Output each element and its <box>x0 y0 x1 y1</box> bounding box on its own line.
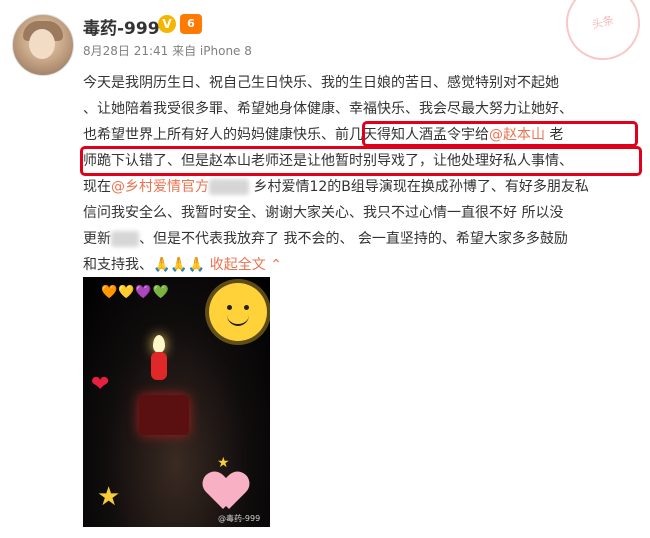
sun-eye <box>244 305 249 310</box>
level-badge-icon: 6 <box>180 14 202 34</box>
photo-watermark: @毒药-999 <box>218 514 261 523</box>
post-line: 、让她陪着我受很多罪、希望她身体健康、幸福快乐、我会尽最大努力让她好、 <box>83 101 573 117</box>
colored-hearts-icon: 🧡💛💜💚 <box>101 285 170 300</box>
post-line: 更新 、但是不代表我放弃了 我不会的、 会一直坚持的、希望大家多多鼓励 <box>83 231 568 247</box>
cake <box>139 395 189 435</box>
highlight-box <box>362 121 638 147</box>
pink-heart-icon <box>205 473 247 509</box>
chevron-up-icon[interactable]: ⌃ <box>270 257 282 273</box>
post-meta[interactable]: 8月28日 21:41 来自 iPhone 8 <box>83 42 252 59</box>
star-icon: ★ <box>97 482 121 512</box>
pray-emoji: 🙏🙏🙏 <box>153 257 206 273</box>
avatar-face <box>29 29 55 59</box>
username[interactable]: 毒药-999 <box>83 14 160 39</box>
blurred-text <box>111 231 139 247</box>
post-line: 和支持我、🙏🙏🙏 收起全文 ⌃ <box>83 257 282 273</box>
highlight-box <box>80 146 642 176</box>
sun-mouth <box>227 313 249 326</box>
smiley-sun-icon <box>209 283 267 341</box>
post-line: 信问我安全么、我暂时安全、谢谢大家关心、我只不过心情一直很不好 所以没 <box>83 205 564 221</box>
post-photo[interactable]: 🧡💛💜💚 ❤ ★ ★ @毒药-999 <box>83 277 270 527</box>
red-heart-icon: ❤ <box>91 372 110 397</box>
collapse-button[interactable]: 收起全文 <box>205 257 270 273</box>
sun-eye <box>227 305 232 310</box>
verified-badge-icon: V <box>158 15 176 33</box>
mention-link[interactable]: @乡村爱情官方 <box>111 179 209 195</box>
post-line: 现在@乡村爱情官方 乡村爱情12的B组导演现在换成孙博了、有好多朋友私 <box>83 179 589 195</box>
user-avatar[interactable] <box>12 14 74 76</box>
post-line: 今天是我阴历生日、祝自己生日快乐、我的生日娘的苦日、感觉特别对不起她 <box>83 75 559 91</box>
candle <box>151 352 167 380</box>
blurred-text <box>209 179 249 195</box>
stamp-watermark: 头条 <box>558 0 648 68</box>
star-icon: ★ <box>217 455 230 471</box>
candle-flame <box>153 335 165 353</box>
